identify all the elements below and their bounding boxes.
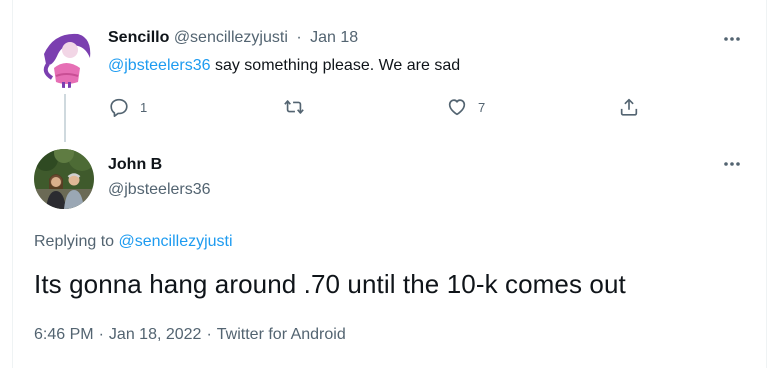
- like-count: 7: [478, 99, 486, 115]
- tweet-body: say something please. We are sad: [210, 57, 461, 74]
- timestamp[interactable]: Jan 18: [310, 29, 358, 46]
- avatar-photo: [34, 149, 94, 209]
- replying-prefix: Replying to: [34, 233, 119, 250]
- share-button[interactable]: [618, 94, 640, 120]
- tweet-text: Its gonna hang around .70 until the 10-k…: [34, 269, 626, 299]
- avatar-illustration: [34, 24, 98, 88]
- more-icon: [724, 37, 740, 41]
- thread-connector-line: [64, 94, 66, 142]
- retweet-button[interactable]: [282, 94, 306, 120]
- tweet-client[interactable]: Twitter for Android: [217, 326, 346, 343]
- like-icon: [448, 99, 466, 116]
- more-icon: [724, 162, 740, 166]
- display-name[interactable]: Sencillo: [108, 29, 169, 46]
- retweet-icon: [284, 100, 304, 114]
- handle[interactable]: @sencillezyjusti: [174, 29, 288, 46]
- more-options-button[interactable]: [721, 153, 743, 175]
- avatar[interactable]: [34, 149, 94, 209]
- tweet-text: @jbsteelers36 say something please. We a…: [108, 57, 460, 75]
- separator: ·: [296, 29, 302, 46]
- like-button[interactable]: 7: [446, 94, 485, 120]
- avatar[interactable]: [34, 24, 98, 88]
- display-name[interactable]: John B: [108, 156, 162, 174]
- replying-to: Replying to @sencillezyjusti: [34, 233, 233, 251]
- tweet-header: Sencillo @sencillezyjusti · Jan 18: [108, 29, 358, 47]
- separator: ·: [206, 326, 212, 343]
- tweet-date[interactable]: Jan 18, 2022: [109, 326, 202, 343]
- mention-link[interactable]: @jbsteelers36: [108, 57, 211, 74]
- tweet-metadata: 6:46 PM · Jan 18, 2022 · Twitter for Android: [34, 326, 346, 344]
- share-icon: [620, 98, 638, 116]
- reply-icon: [110, 98, 128, 117]
- separator: ·: [98, 326, 104, 343]
- reply-count: 1: [140, 99, 148, 115]
- reply-button[interactable]: 1: [108, 94, 147, 120]
- tweet-time[interactable]: 6:46 PM: [34, 326, 94, 343]
- handle[interactable]: @jbsteelers36: [108, 181, 211, 199]
- more-options-button[interactable]: [721, 28, 743, 50]
- replying-to-link[interactable]: @sencillezyjusti: [119, 233, 233, 250]
